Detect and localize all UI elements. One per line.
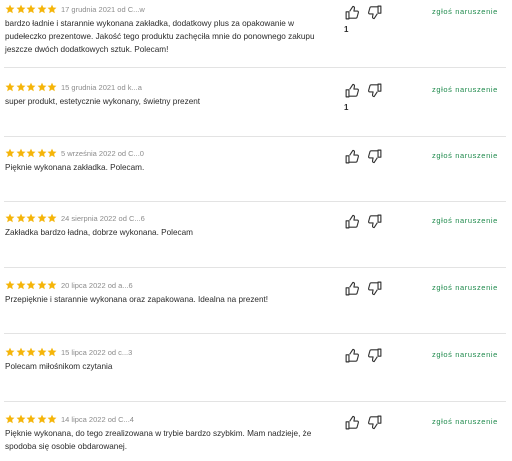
star-rating: [5, 4, 58, 16]
report-violation-link[interactable]: zgłoś naruszenie: [432, 151, 498, 160]
star-icon: [26, 414, 36, 424]
review-meta: 15 grudnia 2021 od k...a: [61, 83, 142, 92]
review-meta: 20 lipca 2022 od a...6: [61, 281, 133, 290]
thumbs-up-icon[interactable]: [344, 4, 361, 21]
star-icon: [16, 280, 25, 290]
like-count: 1: [344, 103, 349, 112]
thumbs-down-icon[interactable]: [366, 4, 383, 21]
review-meta: 15 lipca 2022 od c...3: [61, 348, 133, 357]
star-icon: [16, 347, 25, 357]
star-icon: [47, 213, 57, 223]
star-icon: [26, 148, 36, 158]
star-icon: [26, 280, 36, 290]
thumbs-up-icon[interactable]: [344, 82, 361, 99]
thumbs-down-icon[interactable]: [366, 347, 383, 364]
review-divider: [4, 136, 506, 137]
star-icon: [37, 148, 46, 158]
star-icon: [16, 82, 25, 92]
review-text: Pięknie wykonana zakładka. Polecam.: [5, 163, 145, 172]
star-icon: [37, 347, 46, 357]
review-divider: [4, 401, 506, 402]
report-violation-link[interactable]: zgłoś naruszenie: [432, 350, 498, 359]
star-rating: [5, 213, 58, 225]
thumbs-down-icon[interactable]: [366, 82, 383, 99]
review-divider: [4, 333, 506, 334]
star-icon: [5, 347, 15, 357]
star-rating: [5, 347, 58, 359]
report-violation-link[interactable]: zgłoś naruszenie: [432, 7, 498, 16]
review-meta: 14 lipca 2022 od C...4: [61, 415, 134, 424]
thumbs-up-icon[interactable]: [344, 213, 361, 230]
star-rating: [5, 414, 58, 426]
star-icon: [47, 280, 57, 290]
star-rating: [5, 82, 58, 94]
star-icon: [26, 347, 36, 357]
star-icon: [37, 82, 46, 92]
star-icon: [37, 4, 46, 14]
review-meta: 24 sierpnia 2022 od C...6: [61, 214, 145, 223]
star-icon: [26, 213, 36, 223]
thumbs-up-icon[interactable]: [344, 347, 361, 364]
star-icon: [47, 414, 57, 424]
review-divider: [4, 267, 506, 268]
star-icon: [16, 4, 25, 14]
thumbs-up-icon[interactable]: [344, 148, 361, 165]
thumbs-up-icon[interactable]: [344, 414, 361, 431]
star-icon: [26, 4, 36, 14]
review-meta: 17 grudnia 2021 od C...w: [61, 5, 145, 14]
star-icon: [5, 414, 15, 424]
review-divider: [4, 67, 506, 68]
star-icon: [5, 82, 15, 92]
review-text: Zakładka bardzo ładna, dobrze wykonana. …: [5, 228, 193, 237]
review-meta: 5 września 2022 od C...0: [61, 149, 144, 158]
review-text: Pięknie wykonana, do tego zrealizowana w…: [5, 429, 312, 451]
thumbs-down-icon[interactable]: [366, 148, 383, 165]
star-icon: [26, 82, 36, 92]
star-icon: [47, 347, 57, 357]
star-icon: [47, 82, 57, 92]
review-text: super produkt, estetycznie wykonany, świ…: [5, 97, 201, 106]
review-divider: [4, 201, 506, 202]
report-violation-link[interactable]: zgłoś naruszenie: [432, 283, 498, 292]
review-text: Polecam miłośnikom czytania: [5, 362, 113, 371]
star-icon: [16, 148, 25, 158]
star-icon: [5, 148, 15, 158]
thumbs-down-icon[interactable]: [366, 414, 383, 431]
star-icon: [37, 280, 46, 290]
star-icon: [5, 213, 15, 223]
review-text: Przepięknie i starannie wykonana oraz za…: [5, 295, 269, 304]
thumbs-up-icon[interactable]: [344, 280, 361, 297]
star-icon: [16, 213, 25, 223]
star-icon: [16, 414, 25, 424]
like-count: 1: [344, 25, 349, 34]
star-icon: [37, 414, 46, 424]
star-icon: [47, 148, 57, 158]
star-rating: [5, 148, 58, 160]
star-icon: [5, 4, 15, 14]
review-text: bardzo ładnie i starannie wykonana zakła…: [5, 19, 315, 54]
thumbs-down-icon[interactable]: [366, 280, 383, 297]
star-icon: [37, 213, 46, 223]
report-violation-link[interactable]: zgłoś naruszenie: [432, 85, 498, 94]
report-violation-link[interactable]: zgłoś naruszenie: [432, 216, 498, 225]
report-violation-link[interactable]: zgłoś naruszenie: [432, 417, 498, 426]
thumbs-down-icon[interactable]: [366, 213, 383, 230]
star-rating: [5, 280, 58, 292]
star-icon: [5, 280, 15, 290]
star-icon: [47, 4, 57, 14]
